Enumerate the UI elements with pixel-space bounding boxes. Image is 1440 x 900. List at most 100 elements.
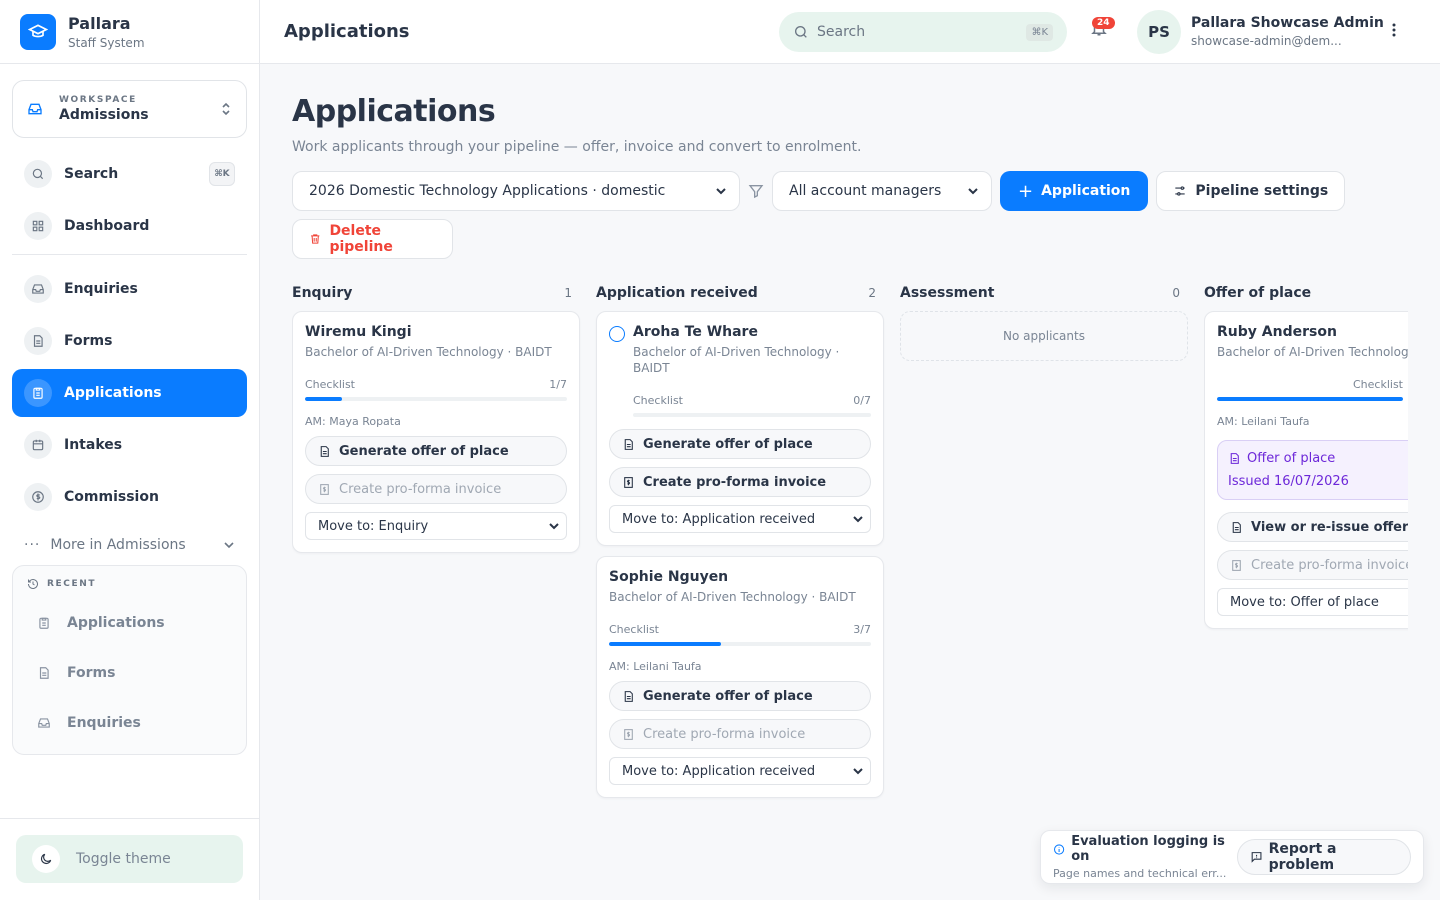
recent-item-forms[interactable]: Forms [27, 648, 232, 698]
account-manager-select[interactable]: All account managers [772, 171, 992, 211]
brand-subtitle: Staff System [68, 35, 145, 50]
sidebar-item-enquiries[interactable]: Enquiries [12, 265, 247, 313]
chevron-down-icon [549, 523, 559, 530]
move-to-select[interactable]: Move to: Enquiry [305, 512, 567, 540]
create-invoice-button[interactable]: Create pro-forma invoice [609, 719, 871, 749]
sidebar-item-commission[interactable]: Commission [12, 473, 247, 521]
search-shortcut: ⌘K [209, 162, 235, 186]
create-invoice-button[interactable]: Create pro-forma invoice [305, 474, 567, 504]
sidebar-item-applications[interactable]: Applications [12, 369, 247, 417]
checklist-label: Checklist [633, 394, 683, 407]
grid-icon [24, 212, 52, 240]
applicant-name: Wiremu Kingi [305, 324, 412, 340]
workspace-label: WORKSPACE [59, 95, 137, 105]
column-count: 2 [868, 286, 876, 300]
workspace-switcher[interactable]: WORKSPACE Admissions [12, 80, 247, 138]
calendar-icon [24, 431, 52, 459]
toast-title: Evaluation logging is on [1071, 834, 1225, 864]
more-in-admissions[interactable]: ··· More in Admissions [12, 525, 247, 565]
move-to-select[interactable]: Move to: Application received [609, 505, 871, 533]
action-label: Create pro-forma invoice [643, 474, 827, 490]
move-to-value: Move to: Offer of place [1230, 594, 1379, 610]
checklist-bar [305, 397, 567, 401]
sidebar-item-label: Dashboard [64, 218, 150, 234]
toggle-theme-label: Toggle theme [76, 851, 171, 867]
toast-subtitle: Page names and technical err... [1053, 867, 1227, 880]
applicant-program: Bachelor of AI-Driven Technology · BAIDT [609, 590, 856, 604]
checklist-bar [1217, 397, 1403, 401]
sidebar-item-forms[interactable]: Forms [12, 317, 247, 365]
chevron-down-icon [968, 188, 978, 195]
evaluation-logging-toast: Evaluation logging is on Page names and … [1040, 830, 1424, 884]
offer-status[interactable]: Offer of place Issued 16/07/2026 [1217, 440, 1408, 500]
checklist-label: Checklist [1353, 378, 1403, 391]
report-problem-button[interactable]: Report a problem [1236, 839, 1411, 875]
recent-item-label: Enquiries [67, 715, 141, 731]
applicant-card[interactable]: Sophie Nguyen Bachelor of AI-Driven Tech… [596, 556, 884, 798]
sidebar: Pallara Staff System WORKSPACE Admission… [0, 0, 260, 900]
user-info[interactable]: Pallara Showcase Admin showcase-admin@de… [1191, 15, 1384, 48]
recent-label: RECENT [27, 578, 232, 590]
recent-item-applications[interactable]: Applications [27, 598, 232, 648]
document-icon [624, 690, 633, 702]
column-count: 1 [564, 286, 572, 300]
applicant-card[interactable]: Aroha Te Whare Bachelor of AI-Driven Tec… [596, 311, 884, 546]
column-offer-of-place: Offer of place Ruby Anderson Bachelor of… [1204, 283, 1408, 808]
sidebar-item-intakes[interactable]: Intakes [12, 421, 247, 469]
search-placeholder: Search [817, 24, 866, 40]
invoice-icon [624, 476, 633, 488]
pipeline-settings-button[interactable]: Pipeline settings [1156, 171, 1346, 211]
sidebar-item-dashboard[interactable]: Dashboard [12, 202, 247, 250]
toggle-theme-button[interactable]: Toggle theme [16, 835, 243, 883]
info-icon [1054, 843, 1065, 855]
empty-state: No applicants [900, 311, 1188, 361]
move-to-select[interactable]: Move to: Offer of place [1217, 588, 1408, 616]
checklist-label: Checklist [609, 623, 659, 636]
search-input[interactable]: Search ⌘K [779, 12, 1067, 52]
avatar[interactable]: PS [1137, 10, 1181, 54]
document-icon [39, 667, 49, 679]
search-icon [795, 26, 807, 38]
applicant-card[interactable]: Wiremu Kingi Bachelor of AI-Driven Techn… [292, 311, 580, 553]
sidebar-item-label: Enquiries [64, 281, 138, 297]
generate-offer-button[interactable]: Generate offer of place [609, 429, 871, 459]
document-icon [1230, 453, 1239, 464]
plus-icon: + [1018, 180, 1034, 202]
sidebar-search[interactable]: Search ⌘K [12, 150, 247, 198]
applicant-card[interactable]: Ruby Anderson Bachelor of AI-Driven Tech… [1204, 311, 1408, 629]
move-to-value: Move to: Application received [622, 511, 816, 527]
recent-item-label: Applications [67, 615, 165, 631]
move-to-select[interactable]: Move to: Application received [609, 757, 871, 785]
delete-pipeline-button[interactable]: Delete pipeline [292, 219, 453, 259]
move-to-value: Move to: Application received [622, 763, 816, 779]
brand-name: Pallara [68, 13, 131, 33]
applicant-program: Bachelor of AI-Driven Technology · BAIDT [305, 345, 552, 359]
create-invoice-button[interactable]: Create pro-forma invoice [1217, 550, 1408, 580]
account-manager: AM: Maya Ropata [305, 415, 401, 428]
pipeline-select[interactable]: 2026 Domestic Technology Applications · … [292, 171, 740, 211]
page-title: Applications [292, 94, 496, 129]
document-icon [624, 438, 633, 450]
action-label: Generate offer of place [643, 436, 813, 452]
pipeline-value: 2026 Domestic Technology Applications · … [309, 183, 666, 199]
graduation-cap-icon [20, 13, 56, 50]
add-application-button[interactable]: + Application [1000, 171, 1149, 211]
action-label: Create pro-forma invoice [643, 726, 806, 742]
generate-offer-button[interactable]: Generate offer of place [305, 436, 567, 466]
more-vertical-icon[interactable] [1392, 22, 1396, 38]
sliders-icon [1175, 186, 1186, 196]
pipeline-board: Enquiry 1 Wiremu Kingi Bachelor of AI-Dri… [292, 283, 1408, 808]
clipboard-icon [24, 379, 52, 407]
select-checkbox[interactable] [609, 326, 625, 342]
inbox-icon [28, 103, 42, 115]
document-icon [1232, 521, 1241, 533]
view-reissue-offer-button[interactable]: View or re-issue offer [1217, 512, 1408, 542]
user-name: Pallara Showcase Admin [1191, 15, 1384, 31]
sidebar-item-label: Commission [64, 489, 159, 505]
recent-item-enquiries[interactable]: Enquiries [27, 698, 232, 748]
more-dots-icon: ··· [24, 537, 41, 553]
column-enquiry: Enquiry 1 Wiremu Kingi Bachelor of AI-Dri… [292, 283, 580, 808]
report-problem-label: Report a problem [1268, 841, 1337, 873]
create-invoice-button[interactable]: Create pro-forma invoice [609, 467, 871, 497]
generate-offer-button[interactable]: Generate offer of place [609, 681, 871, 711]
